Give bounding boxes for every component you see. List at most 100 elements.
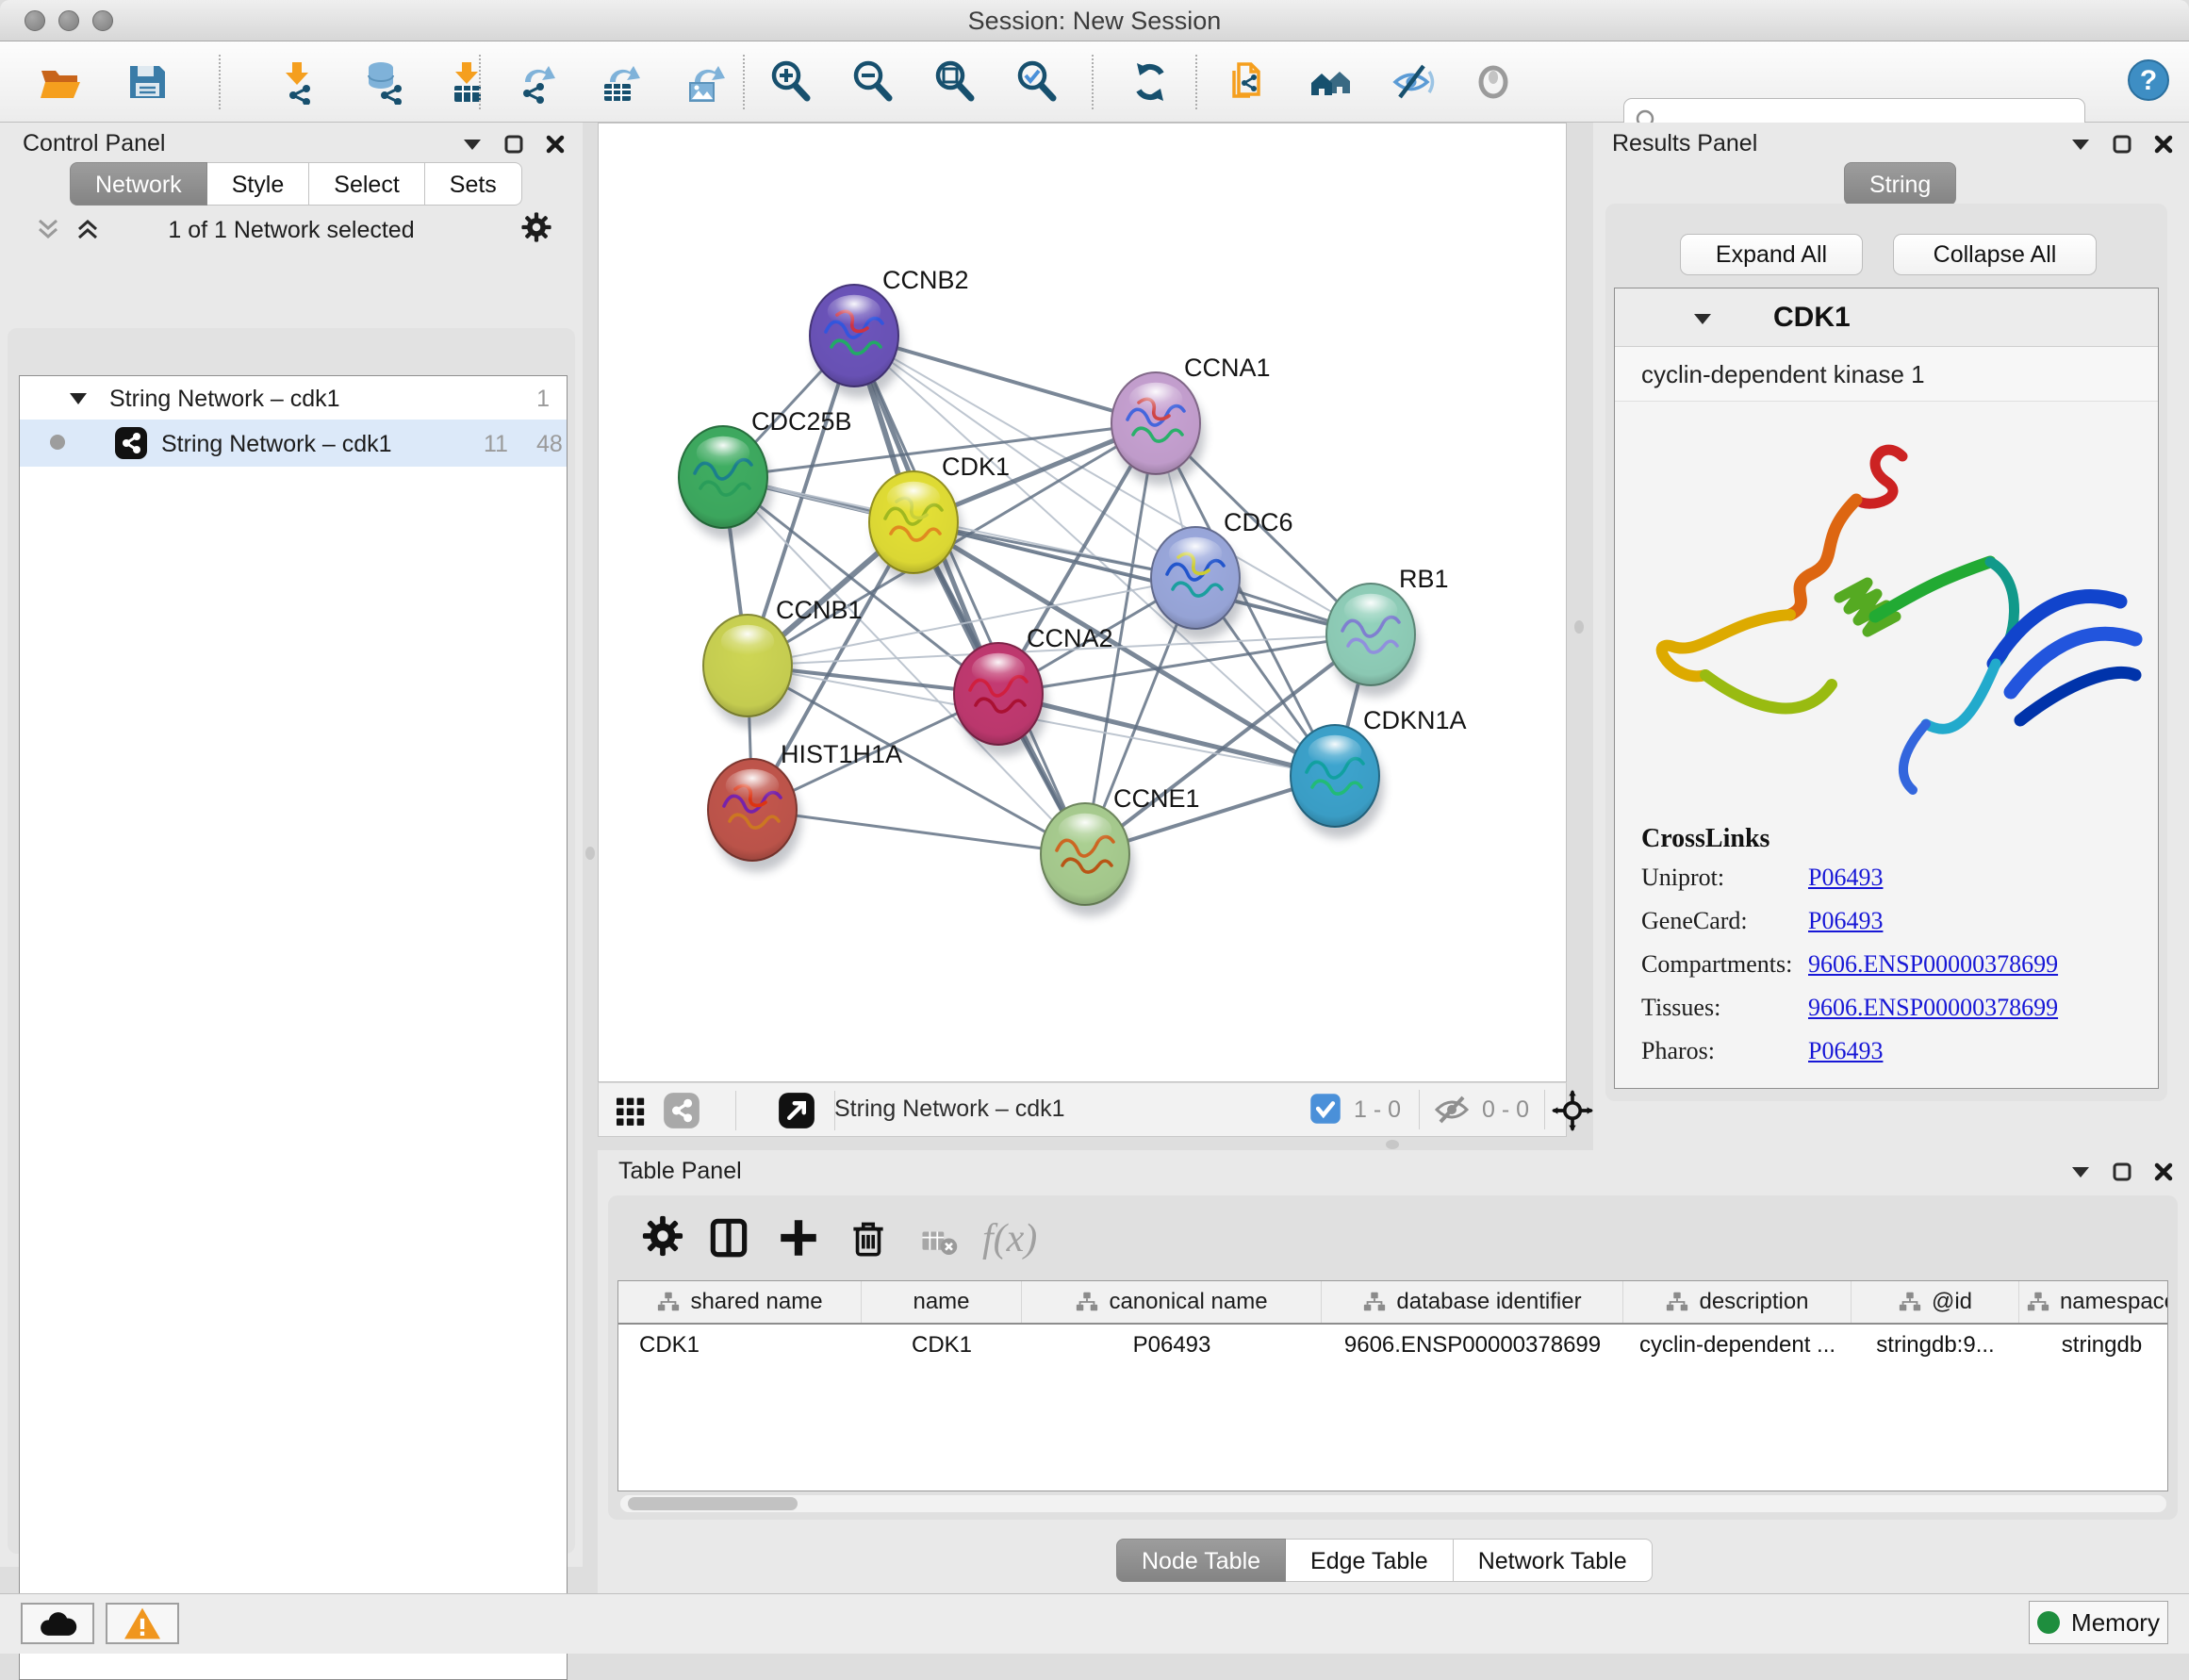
network-node[interactable]: CDK1 [869,453,1010,585]
hide-eye-icon[interactable] [1390,59,1435,105]
node-label: CCNB2 [882,266,969,294]
open-session-icon[interactable] [38,59,83,105]
float-panel-icon[interactable] [2112,1161,2132,1182]
function-builder-icon: f(x) [982,1216,1037,1261]
column-header-namespace[interactable]: namespace [2019,1281,2168,1323]
open-in-window-icon[interactable] [778,1092,815,1129]
panel-menu-icon[interactable] [462,137,483,152]
float-panel-icon[interactable] [2112,134,2132,155]
network-node[interactable]: CDKN1A [1291,706,1467,838]
protein-card-header[interactable]: CDK1 [1615,288,2158,347]
network-row[interactable]: String Network – cdk1 11 48 [20,420,567,467]
column-header-database-identifier[interactable]: database identifier [1322,1281,1623,1323]
refresh-icon[interactable] [1127,59,1173,105]
delete-column-trash-icon[interactable] [845,1214,892,1261]
network-node[interactable]: CDC6 [1151,508,1293,640]
network-type-icon [114,426,148,460]
expand-all-button[interactable]: Expand All [1680,234,1863,275]
crosslink-link[interactable]: P06493 [1808,864,1883,892]
import-network-icon[interactable] [275,59,321,105]
table-horizontal-scrollbar[interactable] [620,1495,2166,1512]
panel-menu-icon[interactable] [2070,137,2091,152]
home-network-icon[interactable] [1308,59,1354,105]
network-node[interactable]: HIST1H1A [708,740,902,872]
network-node[interactable]: CCNB2 [810,266,969,398]
column-header-shared-name[interactable]: shared name [618,1281,862,1323]
import-database-icon[interactable] [360,59,405,105]
tab-string[interactable]: String [1844,162,1956,206]
hidden-eye-icon[interactable] [1431,1094,1473,1126]
bottom-splitter-handle[interactable] [1386,1140,1399,1149]
close-panel-icon[interactable] [2153,1161,2174,1182]
collapse-section-icon[interactable] [1692,311,1713,326]
cloud-status-button[interactable] [21,1603,94,1644]
show-columns-icon[interactable] [705,1214,752,1261]
column-header-name[interactable]: name [862,1281,1022,1323]
network-node[interactable]: CCNE1 [1041,784,1200,916]
scrollbar-thumb[interactable] [628,1497,798,1510]
zoom-fit-icon[interactable] [932,59,978,105]
zoom-in-icon[interactable] [768,59,814,105]
node-label: HIST1H1A [781,740,902,768]
panel-menu-icon[interactable] [2070,1164,2091,1179]
memory-button[interactable]: Memory [2029,1601,2168,1644]
float-panel-icon[interactable] [503,134,524,155]
network-edge[interactable] [854,336,1085,854]
left-splitter-handle[interactable] [585,847,595,860]
crosslink-link[interactable]: P06493 [1808,1037,1883,1065]
crosslink-link[interactable]: 9606.ENSP00000378699 [1808,994,2058,1022]
collapse-all-button[interactable]: Collapse All [1893,234,2097,275]
memory-label: Memory [2071,1608,2160,1638]
table-settings-gear-icon[interactable] [641,1214,688,1261]
tab-style[interactable]: Style [207,162,310,206]
toolbar-separator [479,55,481,109]
node-label: CDK1 [942,453,1010,481]
selected-checkbox-icon[interactable] [1308,1092,1342,1126]
tab-select[interactable]: Select [309,162,424,206]
network-selection-summary: 1 of 1 Network selected [0,217,583,244]
export-image-icon[interactable] [683,59,729,105]
network-node[interactable]: CDC25B [679,407,852,539]
birds-eye-view-icon[interactable] [1552,1090,1593,1131]
network-node[interactable]: RB1 [1326,565,1449,697]
table-cell: 9606.ENSP00000378699 [1322,1325,1623,1366]
eye-disabled-icon[interactable] [1471,59,1516,105]
tab-edge-table[interactable]: Edge Table [1286,1539,1454,1582]
network-options-gear-icon[interactable] [520,211,552,243]
add-column-icon[interactable] [775,1214,822,1261]
table-panel-title: Table Panel [618,1158,742,1185]
zoom-out-icon[interactable] [850,59,896,105]
share-document-icon[interactable] [1226,59,1271,105]
export-table-icon[interactable] [599,59,644,105]
export-network-icon[interactable] [514,59,559,105]
right-splitter-handle[interactable] [1574,620,1584,634]
tab-sets[interactable]: Sets [425,162,522,206]
table-cell: CDK1 [862,1325,1022,1366]
title-bar: Session: New Session [0,0,2189,41]
tab-network[interactable]: Network [70,162,207,206]
column-header--id[interactable]: @id [1852,1281,2019,1323]
crosslink-link[interactable]: P06493 [1808,907,1883,935]
zoom-selected-icon[interactable] [1014,59,1060,105]
tab-node-table[interactable]: Node Table [1116,1539,1286,1582]
grid-view-icon[interactable] [612,1092,650,1129]
network-node[interactable]: CCNA1 [1111,354,1271,486]
collection-count: 1 [536,386,550,413]
node-label: CCNA2 [1027,624,1113,652]
network-edge[interactable] [752,810,1085,854]
crosslink-link[interactable]: 9606.ENSP00000378699 [1808,950,2058,979]
import-table-icon[interactable] [445,59,490,105]
network-icon-gray[interactable] [663,1092,700,1129]
help-icon[interactable]: ? [2126,58,2171,103]
collection-expander-icon[interactable] [69,391,88,406]
column-header-canonical-name[interactable]: canonical name [1022,1281,1322,1323]
close-panel-icon[interactable] [2153,134,2174,155]
network-canvas[interactable]: CCNB2 CCNA1 CDC25B CDK1 CDC6 [598,123,1567,1082]
close-panel-icon[interactable] [545,134,566,155]
save-session-icon[interactable] [124,59,170,105]
warnings-button[interactable] [106,1603,179,1644]
table-row[interactable]: CDK1CDK1P064939606.ENSP00000378699cyclin… [618,1325,2167,1366]
column-header-description[interactable]: description [1623,1281,1852,1323]
network-collection-row[interactable]: String Network – cdk1 1 [20,376,567,420]
tab-network-table[interactable]: Network Table [1454,1539,1653,1582]
